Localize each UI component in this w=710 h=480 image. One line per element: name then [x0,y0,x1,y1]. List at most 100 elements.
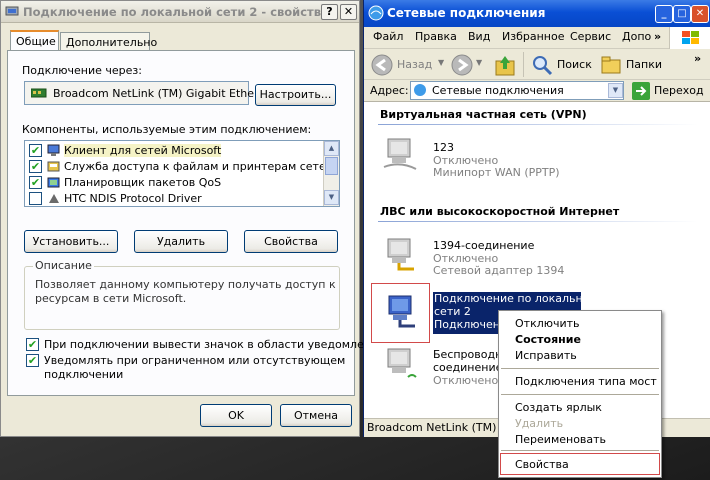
component-checkbox[interactable] [29,192,42,205]
menu-view[interactable]: Вид [468,30,490,43]
wireless-computer-icon [387,348,417,378]
folders-label[interactable]: Папки [626,58,662,71]
address-dropdown-icon[interactable]: ▼ [608,83,623,98]
search-icon[interactable] [531,54,553,76]
toolbar-chevron[interactable]: » [694,52,701,65]
tab-general[interactable]: Общие [10,30,59,52]
computer-disconnected-icon [383,138,417,170]
connection-device: Минипорт WAN (PPTP) [433,166,560,179]
description-text-1: Позволяет данному компьютеру получать до… [35,278,336,291]
menu-item-properties[interactable]: Свойства [499,456,661,473]
connection-name: 123 [433,141,454,154]
up-folder-icon[interactable] [494,53,516,77]
windows-logo-icon [669,27,710,49]
uninstall-button[interactable]: Удалить [134,230,228,253]
notify-label-line1[interactable]: Уведомлять при ограниченном или отсутств… [44,354,345,367]
connection-item-1394[interactable]: 1394-соединение Отключено Сетевой адапте… [376,231,626,281]
network-adapter-icon [5,6,19,16]
connect-using-label: Подключение через: [22,64,142,77]
general-tab-panel: Подключение через: Broadcom NetLink (TM)… [7,50,385,396]
show-icon-checkbox[interactable]: ✔ [26,338,39,351]
component-checkbox[interactable]: ✔ [29,160,42,173]
dialog-close-button[interactable]: ✕ [340,4,357,20]
connection-name-line2: сети 2 [434,305,471,318]
dialog-titlebar[interactable]: Подключение по локальной сети 2 - свойст… [1,1,359,23]
back-arrow-icon[interactable] [371,54,393,76]
qos-icon [47,177,60,188]
toolbar: Назад ▼ ▼ Поиск Папки » [364,49,710,80]
notify-checkbox[interactable]: ✔ [26,354,39,367]
menu-item-delete: Удалить [515,417,564,430]
context-menu: Отключить Состояние Исправить Подключени… [498,310,662,478]
install-button[interactable]: Установить... [24,230,118,253]
component-label: Планировщик пакетов QoS [64,176,222,189]
components-label: Компоненты, используемые этим подключени… [22,123,312,136]
description-text-2: ресурсам в сети Microsoft. [35,292,187,305]
menu-file[interactable]: Файл [373,30,403,43]
scroll-up-icon[interactable]: ▲ [324,141,339,156]
adapter-name: Broadcom NetLink (TM) Gigabit Ether [53,87,259,100]
ok-button[interactable]: OK [200,404,272,427]
component-label: Клиент для сетей Microsoft [64,144,222,157]
menu-item-repair[interactable]: Исправить [499,347,661,364]
menu-favorites[interactable]: Избранное [502,30,564,43]
go-arrow-icon[interactable] [632,82,650,100]
maximize-icon[interactable]: □ [673,5,691,23]
forward-dropdown-icon[interactable]: ▼ [476,58,482,67]
menu-more[interactable]: Допо [622,30,651,43]
menu-item-rename[interactable]: Переименовать [499,431,661,448]
menu-item-bridge[interactable]: Подключения типа мост [499,373,661,390]
components-list[interactable]: ✔ Клиент для сетей Microsoft ✔ Служба до… [24,140,340,207]
protocol-icon [49,194,59,203]
address-bar: Адрес: Сетевые подключения ▼ Переход [364,80,710,102]
adapter-field: Broadcom NetLink (TM) Gigabit Ether [24,81,259,105]
menu-edit[interactable]: Правка [415,30,457,43]
menu-item-status[interactable]: Состояние [499,331,661,348]
connection-name-line1: Подключение по локальной [434,292,597,305]
group-title-vpn: Виртуальная частная сеть (VPN) [380,108,587,121]
computer-disconnected-icon [387,238,414,271]
address-label: Адрес: [370,84,409,97]
show-icon-label[interactable]: При подключении вывести значок в области… [44,338,385,351]
scroll-thumb[interactable] [325,157,338,175]
description-groupbox: Описание Позволяет данному компьютеру по… [24,259,340,330]
file-sharing-icon [47,161,60,172]
client-icon [47,144,60,156]
properties-dialog: Подключение по локальной сети 2 - свойст… [0,0,385,437]
connection-device: Сетевой адаптер 1394 [433,264,565,277]
group-title-lan: ЛВС или высокоскоростной Интернет [380,205,620,218]
forward-arrow-icon[interactable] [451,54,473,76]
component-checkbox[interactable]: ✔ [29,176,42,189]
connection-status: Подключено [434,318,507,331]
scroll-down-icon[interactable]: ▼ [324,190,339,205]
menu-chevron[interactable]: » [654,30,661,43]
connection-status: Отключено [433,374,499,387]
configure-button[interactable]: Настроить... [255,84,336,106]
search-label[interactable]: Поиск [557,58,592,71]
menu-bar: Файл Правка Вид Избранное Сервис Допо » [364,27,710,49]
menu-item-disconnect[interactable]: Отключить [499,315,661,332]
component-properties-button[interactable]: Свойства [244,230,338,253]
component-label: Служба доступа к файлам и принтерам сете… [64,160,340,173]
cancel-button[interactable]: Отмена [280,404,352,427]
connection-item-vpn[interactable]: 123 Отключено Минипорт WAN (PPTP) [376,133,626,183]
go-label[interactable]: Переход [654,84,704,97]
components-scrollbar[interactable]: ▲ ▼ [323,141,339,206]
minimize-icon[interactable]: _ [655,5,673,23]
network-connections-icon [368,5,384,21]
back-dropdown-icon[interactable]: ▼ [438,58,444,67]
explorer-titlebar[interactable]: Сетевые подключения _ □ ✕ [364,0,710,27]
back-label[interactable]: Назад [397,58,432,71]
folders-icon[interactable] [600,54,622,76]
computer-connected-icon [388,295,415,328]
notify-label-line2[interactable]: подключении [44,368,123,381]
component-checkbox[interactable]: ✔ [29,144,42,157]
explorer-close-icon[interactable]: ✕ [691,5,709,23]
tab-advanced[interactable]: Дополнительно [60,32,157,52]
network-card-icon [31,88,47,98]
help-button[interactable]: ? [321,4,338,20]
explorer-title: Сетевые подключения [387,6,546,20]
menu-item-create-shortcut[interactable]: Создать ярлык [499,399,661,416]
address-field[interactable]: Сетевые подключения ▼ [410,81,624,100]
menu-tools[interactable]: Сервис [570,30,611,43]
